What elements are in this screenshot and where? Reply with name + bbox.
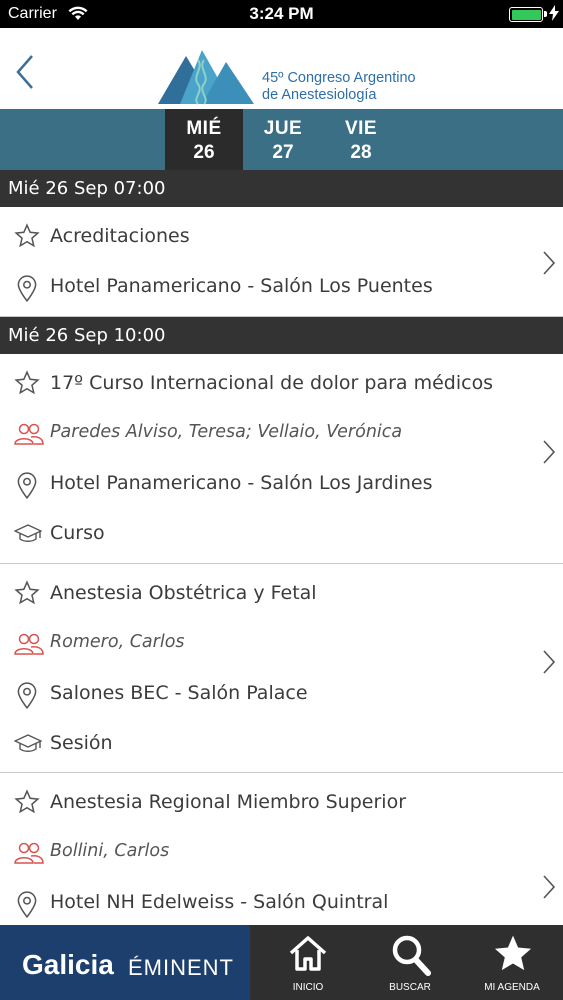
event-type: Curso <box>50 522 105 544</box>
location-pin-icon <box>17 472 37 500</box>
event-title-row: 17º Curso Internacional de dolor para mé… <box>0 354 563 412</box>
people-icon <box>14 633 44 655</box>
tab-day-name: MIÉ <box>186 118 222 139</box>
status-bar: Carrier 3:24 PM <box>0 0 563 28</box>
sponsor-banner[interactable]: Galicia ÉMINENT <box>0 925 250 1000</box>
section-header: Mié 26 Sep 10:00 <box>0 317 563 354</box>
nav-inicio[interactable]: INICIO <box>256 925 360 1000</box>
logo-line2: de Anestesiología <box>262 87 377 103</box>
event-type: Sesión <box>50 732 113 754</box>
chevron-right-icon <box>543 650 556 674</box>
star-outline-icon[interactable] <box>14 789 40 815</box>
chevron-right-icon <box>543 251 556 275</box>
nav-label: INICIO <box>292 982 324 993</box>
event-title: Anestesia Obstétrica y Fetal <box>50 582 317 604</box>
star-outline-icon[interactable] <box>14 223 40 249</box>
tab-day-number: 26 <box>193 142 215 163</box>
location-pin-icon <box>17 275 37 303</box>
nav-mi-agenda[interactable]: MI AGENDA <box>460 925 563 1000</box>
search-icon <box>392 935 431 976</box>
event-location: Salones BEC - Salón Palace <box>50 682 308 704</box>
battery-icon <box>509 7 543 22</box>
congress-title: 45º Congreso Argentino de Anestesiología <box>262 70 416 104</box>
day-tabs: MIÉ 26 JUE 27 VIE 28 <box>0 109 563 170</box>
tab-day-28[interactable]: VIE 28 <box>322 109 400 170</box>
app-header: 45º Congreso Argentino de Anestesiología <box>0 28 563 109</box>
event-location-row: Hotel NH Edelweiss - Salón Quintral <box>0 881 563 925</box>
people-icon <box>14 423 44 445</box>
event-title-row: Anestesia Obstétrica y Fetal <box>0 564 563 622</box>
event-location: Hotel Panamericano - Salón Los Puentes <box>50 275 433 297</box>
event-speakers-row: Romero, Carlos <box>0 622 563 672</box>
congress-logo-icon <box>158 50 254 105</box>
tab-day-number: 27 <box>272 142 294 163</box>
star-icon <box>494 935 532 971</box>
event-location-row: Hotel Panamericano - Salón Los Jardines <box>0 462 563 512</box>
event-location-row: Salones BEC - Salón Palace <box>0 672 563 722</box>
schedule-list[interactable]: Mié 26 Sep 07:00 Acreditaciones Hotel Pa… <box>0 170 563 925</box>
event-title: 17º Curso Internacional de dolor para mé… <box>50 372 494 394</box>
bottom-tab-bar: Galicia ÉMINENT INICIO BUSCAR MI AGENDA <box>0 925 563 1000</box>
event-location-row: Hotel Panamericano - Salón Los Puentes <box>0 265 563 315</box>
tab-day-name: VIE <box>344 118 378 139</box>
logo-line1: 45º Congreso Argentino <box>262 70 416 86</box>
tab-day-number: 28 <box>350 142 372 163</box>
status-time: 3:24 PM <box>249 4 314 23</box>
tab-day-27[interactable]: JUE 27 <box>244 109 322 170</box>
brand-subtitle: ÉMINENT <box>128 955 234 980</box>
chevron-right-icon <box>543 875 556 899</box>
location-pin-icon <box>17 682 37 710</box>
event-title: Acreditaciones <box>50 225 190 247</box>
event-curso-dolor[interactable]: 17º Curso Internacional de dolor para mé… <box>0 354 563 564</box>
battery-tip <box>544 11 547 17</box>
back-chevron-icon[interactable] <box>10 52 40 92</box>
tab-day-name: JUE <box>263 118 303 139</box>
star-outline-icon[interactable] <box>14 370 40 396</box>
event-speakers: Bollini, Carlos <box>50 841 170 861</box>
section-header: Mié 26 Sep 07:00 <box>0 170 563 207</box>
home-icon <box>289 936 327 971</box>
event-acreditaciones[interactable]: Acreditaciones Hotel Panamericano - Saló… <box>0 207 563 317</box>
graduation-cap-icon <box>14 734 42 752</box>
charging-bolt-icon <box>549 5 559 21</box>
event-speakers-row: Paredes Alviso, Teresa; Vellaio, Verónic… <box>0 412 563 462</box>
star-outline-icon[interactable] <box>14 580 40 606</box>
event-speakers-row: Bollini, Carlos <box>0 831 563 881</box>
brand-name: Galicia <box>22 949 114 980</box>
event-type-row: Curso <box>0 512 563 562</box>
event-anestesia-obstetrica[interactable]: Anestesia Obstétrica y Fetal Romero, Car… <box>0 564 563 773</box>
event-type-row: Sesión <box>0 722 563 772</box>
nav-buscar[interactable]: BUSCAR <box>358 925 462 1000</box>
event-speakers: Paredes Alviso, Teresa; Vellaio, Verónic… <box>50 422 403 442</box>
people-icon <box>14 842 44 864</box>
event-title-row: Acreditaciones <box>0 207 563 265</box>
event-speakers: Romero, Carlos <box>50 632 185 652</box>
tab-day-26[interactable]: MIÉ 26 <box>165 109 243 170</box>
nav-label: MI AGENDA <box>484 982 540 993</box>
event-title: Anestesia Regional Miembro Superior <box>50 791 406 813</box>
chevron-right-icon <box>543 440 556 464</box>
event-location: Hotel Panamericano - Salón Los Jardines <box>50 472 433 494</box>
event-location: Hotel NH Edelweiss - Salón Quintral <box>50 891 389 913</box>
event-anestesia-regional[interactable]: Anestesia Regional Miembro Superior Boll… <box>0 773 563 925</box>
graduation-cap-icon <box>14 524 42 542</box>
event-title-row: Anestesia Regional Miembro Superior <box>0 773 563 831</box>
location-pin-icon <box>17 891 37 919</box>
nav-label: BUSCAR <box>389 982 431 993</box>
